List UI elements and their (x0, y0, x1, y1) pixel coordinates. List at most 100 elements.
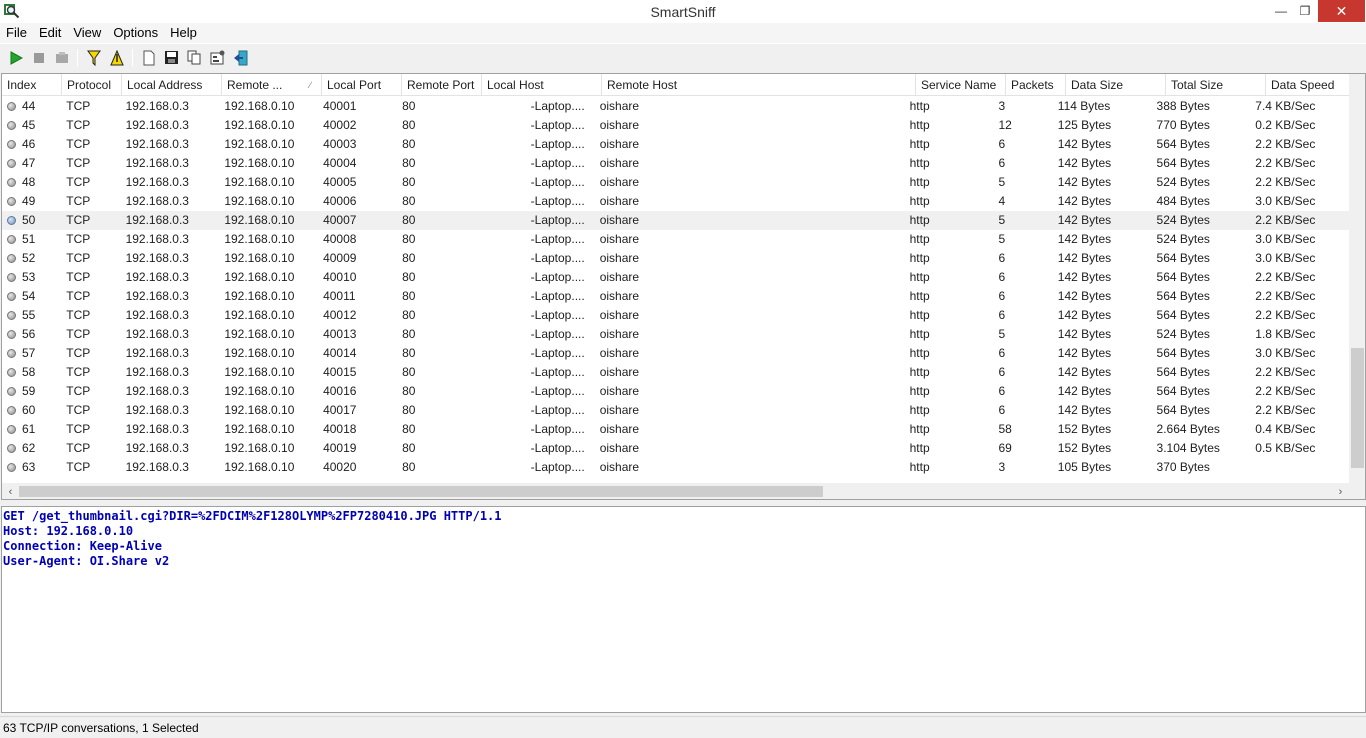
cell-remote-port: 80 (402, 327, 416, 341)
close-button[interactable]: ✕ (1318, 0, 1365, 22)
table-row[interactable]: 47 TCP 192.168.0.3 192.168.0.10 40004 80 -Lapt… (2, 154, 1349, 173)
cell-local-port: 40003 (323, 137, 357, 151)
horizontal-scrollbar[interactable]: ‹ › (2, 483, 1349, 499)
header-local-address[interactable]: Local Address (122, 74, 222, 96)
table-row[interactable]: 46 TCP 192.168.0.3 192.168.0.10 40003 80 -Lapt… (2, 135, 1349, 154)
cell-local-host: -Laptop.... (530, 289, 585, 303)
header-remote-port[interactable]: Remote Port (402, 74, 482, 96)
cell-remote-address: 192.168.0.10 (224, 289, 295, 303)
table-row[interactable]: 59 TCP 192.168.0.3 192.168.0.10 40016 80 -Lapt… (2, 382, 1349, 401)
copy-button[interactable] (183, 47, 206, 69)
menu-edit[interactable]: Edit (33, 23, 67, 43)
title-bar[interactable]: SmartSniff — ❐ ✕ (0, 0, 1366, 23)
vertical-scrollbar[interactable] (1349, 74, 1365, 483)
table-row[interactable]: 58 TCP 192.168.0.3 192.168.0.10 40015 80 -Lapt… (2, 363, 1349, 382)
row-status-icon (7, 349, 16, 358)
table-row[interactable]: 53 TCP 192.168.0.3 192.168.0.10 40010 80 -Lapt… (2, 268, 1349, 287)
connections-table[interactable]: Index Protocol Local Address Remote ... ∕ Loc… (1, 73, 1366, 500)
header-data-size[interactable]: Data Size (1066, 74, 1166, 96)
cell-local-host: -Laptop.... (530, 194, 585, 208)
stop-capture-button[interactable] (27, 47, 50, 69)
cell-total-size: 2.664 Bytes (1156, 422, 1220, 436)
filter-options-button[interactable] (105, 47, 128, 69)
packet-detail-pane[interactable]: GET /get_thumbnail.cgi?DIR=%2FDCIM%2F128… (1, 506, 1366, 713)
properties-button[interactable] (206, 47, 229, 69)
cell-local-address: 192.168.0.3 (125, 289, 189, 303)
cell-data-size: 142 Bytes (1057, 346, 1112, 360)
start-capture-button[interactable] (4, 47, 27, 69)
table-row[interactable]: 60 TCP 192.168.0.3 192.168.0.10 40017 80 -Lapt… (2, 401, 1349, 420)
menu-view[interactable]: View (67, 23, 107, 43)
cell-packets: 6 (998, 365, 1006, 379)
scroll-right-arrow[interactable]: › (1332, 483, 1349, 499)
cell-local-host: -Laptop.... (530, 327, 585, 341)
cell-packets: 3 (998, 99, 1006, 113)
vertical-scroll-thumb[interactable] (1351, 348, 1364, 468)
table-row[interactable]: 57 TCP 192.168.0.3 192.168.0.10 40014 80 -Lapt… (2, 344, 1349, 363)
row-status-icon (7, 311, 16, 320)
row-status-icon (7, 178, 16, 187)
table-row[interactable]: 51 TCP 192.168.0.3 192.168.0.10 40008 80 -Lapt… (2, 230, 1349, 249)
header-label: Total Size (1171, 78, 1224, 92)
maximize-button[interactable]: ❐ (1290, 0, 1320, 22)
table-row[interactable]: 61 TCP 192.168.0.3 192.168.0.10 40018 80 -Lapt… (2, 420, 1349, 439)
table-row[interactable]: 55 TCP 192.168.0.3 192.168.0.10 40012 80 -Lapt… (2, 306, 1349, 325)
cell-local-port: 40002 (323, 118, 357, 132)
header-protocol[interactable]: Protocol (62, 74, 122, 96)
cell-remote-port: 80 (402, 99, 416, 113)
open-capture-button[interactable] (50, 47, 73, 69)
cell-local-address: 192.168.0.3 (125, 270, 189, 284)
table-row[interactable]: 56 TCP 192.168.0.3 192.168.0.10 40013 80 -Lapt… (2, 325, 1349, 344)
header-packets[interactable]: Packets (1006, 74, 1066, 96)
new-button[interactable] (137, 47, 160, 69)
table-row[interactable]: 52 TCP 192.168.0.3 192.168.0.10 40009 80 -Lapt… (2, 249, 1349, 268)
header-total-size[interactable]: Total Size (1166, 74, 1266, 96)
menu-file[interactable]: File (0, 23, 33, 43)
table-row[interactable]: 54 TCP 192.168.0.3 192.168.0.10 40011 80 -Lapt… (2, 287, 1349, 306)
table-row[interactable]: 63 TCP 192.168.0.3 192.168.0.10 40020 80 -Lapt… (2, 458, 1349, 477)
cell-index: 55 (2, 306, 61, 325)
header-service-name[interactable]: Service Name (916, 74, 1006, 96)
header-local-port[interactable]: Local Port (322, 74, 402, 96)
index-text: 52 (22, 251, 36, 265)
table-row[interactable]: 45 TCP 192.168.0.3 192.168.0.10 40002 80 -Lapt… (2, 116, 1349, 135)
cell-remote-address: 192.168.0.10 (224, 251, 295, 265)
cell-packets: 69 (998, 441, 1012, 455)
cell-remote-address: 192.168.0.10 (224, 403, 295, 417)
menu-options[interactable]: Options (107, 23, 164, 43)
cell-index: 49 (2, 192, 61, 211)
scroll-left-arrow[interactable]: ‹ (2, 483, 19, 499)
cell-remote-host: oishare (599, 289, 640, 303)
index-text: 47 (22, 156, 36, 170)
cell-data-speed: 2.2 KB/Sec (1255, 175, 1316, 189)
cell-remote-host: oishare (599, 213, 640, 227)
cell-local-port: 40017 (323, 403, 357, 417)
table-row[interactable]: 49 TCP 192.168.0.3 192.168.0.10 40006 80 -Lapt… (2, 192, 1349, 211)
row-status-icon (7, 406, 16, 415)
header-remote-host[interactable]: Remote Host (602, 74, 916, 96)
header-local-host[interactable]: Local Host (482, 74, 602, 96)
horizontal-scroll-thumb[interactable] (19, 486, 823, 497)
menu-help[interactable]: Help (164, 23, 203, 43)
table-row[interactable]: 48 TCP 192.168.0.3 192.168.0.10 40005 80 -Lapt… (2, 173, 1349, 192)
index-text: 49 (22, 194, 36, 208)
table-row[interactable]: 44 TCP 192.168.0.3 192.168.0.10 40001 80 -Lapt… (2, 97, 1349, 116)
cell-data-speed: 7.4 KB/Sec (1255, 99, 1316, 113)
cell-remote-port: 80 (402, 441, 416, 455)
cell-index: 44 (2, 97, 61, 116)
filter-button[interactable] (82, 47, 105, 69)
exit-button[interactable] (229, 47, 252, 69)
cell-remote-address: 192.168.0.10 (224, 441, 295, 455)
table-body[interactable]: 44 TCP 192.168.0.3 192.168.0.10 40001 80 -Lapt… (2, 97, 1349, 477)
cell-packets: 6 (998, 251, 1006, 265)
header-index[interactable]: Index (2, 74, 62, 96)
save-button[interactable] (160, 47, 183, 69)
header-remote-address[interactable]: Remote ... ∕ (222, 74, 322, 96)
table-row[interactable]: 62 TCP 192.168.0.3 192.168.0.10 40019 80 -Lapt… (2, 439, 1349, 458)
cell-local-port: 40008 (323, 232, 357, 246)
cell-remote-port: 80 (402, 460, 416, 474)
cell-packets: 5 (998, 232, 1006, 246)
header-label: Local Address (127, 78, 203, 92)
cell-local-host: -Laptop.... (530, 422, 585, 436)
table-row[interactable]: 50 TCP 192.168.0.3 192.168.0.10 40007 80 -Lapt… (2, 211, 1349, 230)
